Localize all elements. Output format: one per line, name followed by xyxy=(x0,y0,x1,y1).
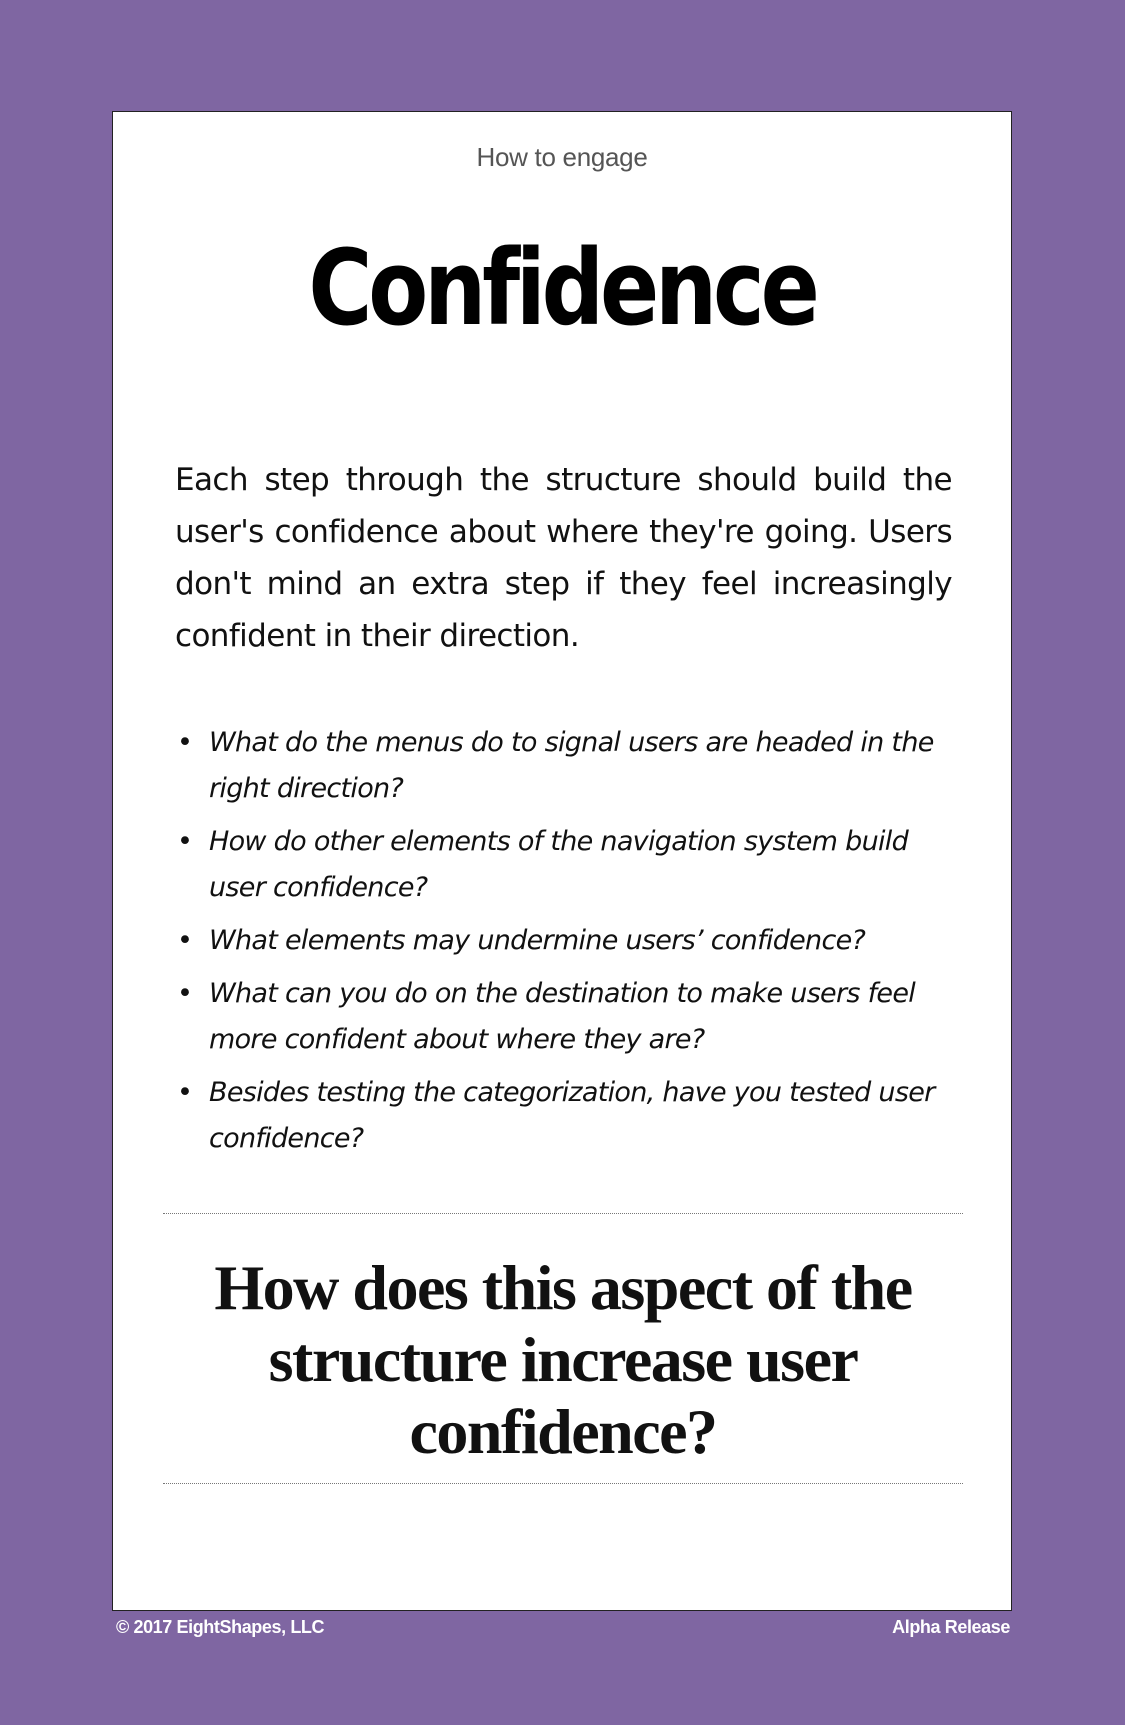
card-prompt: How does this aspect of the structure in… xyxy=(214,1252,913,1467)
question-list: • What do the menus do to signal users ar… xyxy=(175,720,955,1169)
question-item: • What elements may undermine users’ conf… xyxy=(175,918,955,964)
bullet-icon: • xyxy=(177,727,193,758)
question-text: Besides testing the categorization, have… xyxy=(209,1077,935,1154)
bullet-icon: • xyxy=(177,925,193,956)
bullet-icon: • xyxy=(177,826,193,857)
card-title: Confidence xyxy=(308,227,819,349)
question-item: • Besides testing the categorization, hav… xyxy=(175,1070,955,1162)
card-eyebrow: How to engage xyxy=(476,142,648,172)
question-text: What can you do on the destination to ma… xyxy=(209,978,916,1055)
divider-bottom xyxy=(163,1483,963,1484)
footer-release: Alpha Release xyxy=(892,1617,1010,1637)
question-text: How do other elements of the navigation … xyxy=(209,826,909,903)
question-item: • What can you do on the destination to m… xyxy=(175,971,955,1063)
bullet-icon: • xyxy=(177,1077,193,1108)
question-item: • How do other elements of the navigation… xyxy=(175,819,955,911)
question-text: What do the menus do to signal users are… xyxy=(209,727,934,804)
question-text: What elements may undermine users’ confi… xyxy=(209,925,866,956)
card: How to engage Confidence Each step throu… xyxy=(112,111,1012,1611)
question-item: • What do the menus do to signal users ar… xyxy=(175,720,955,812)
footer-copyright: © 2017 EightShapes, LLC xyxy=(116,1617,325,1637)
divider-top xyxy=(163,1213,963,1214)
bullet-icon: • xyxy=(177,978,193,1009)
card-intro: Each step through the structure should b… xyxy=(175,462,953,654)
